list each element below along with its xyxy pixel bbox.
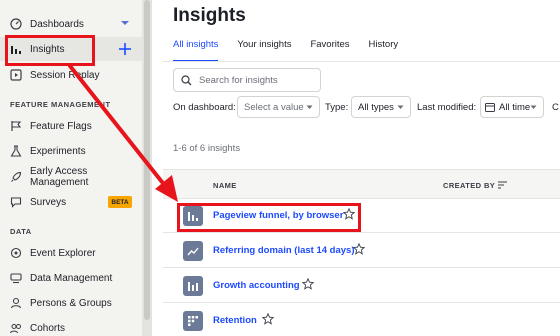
annotation-arrow-icon [68,64,178,202]
